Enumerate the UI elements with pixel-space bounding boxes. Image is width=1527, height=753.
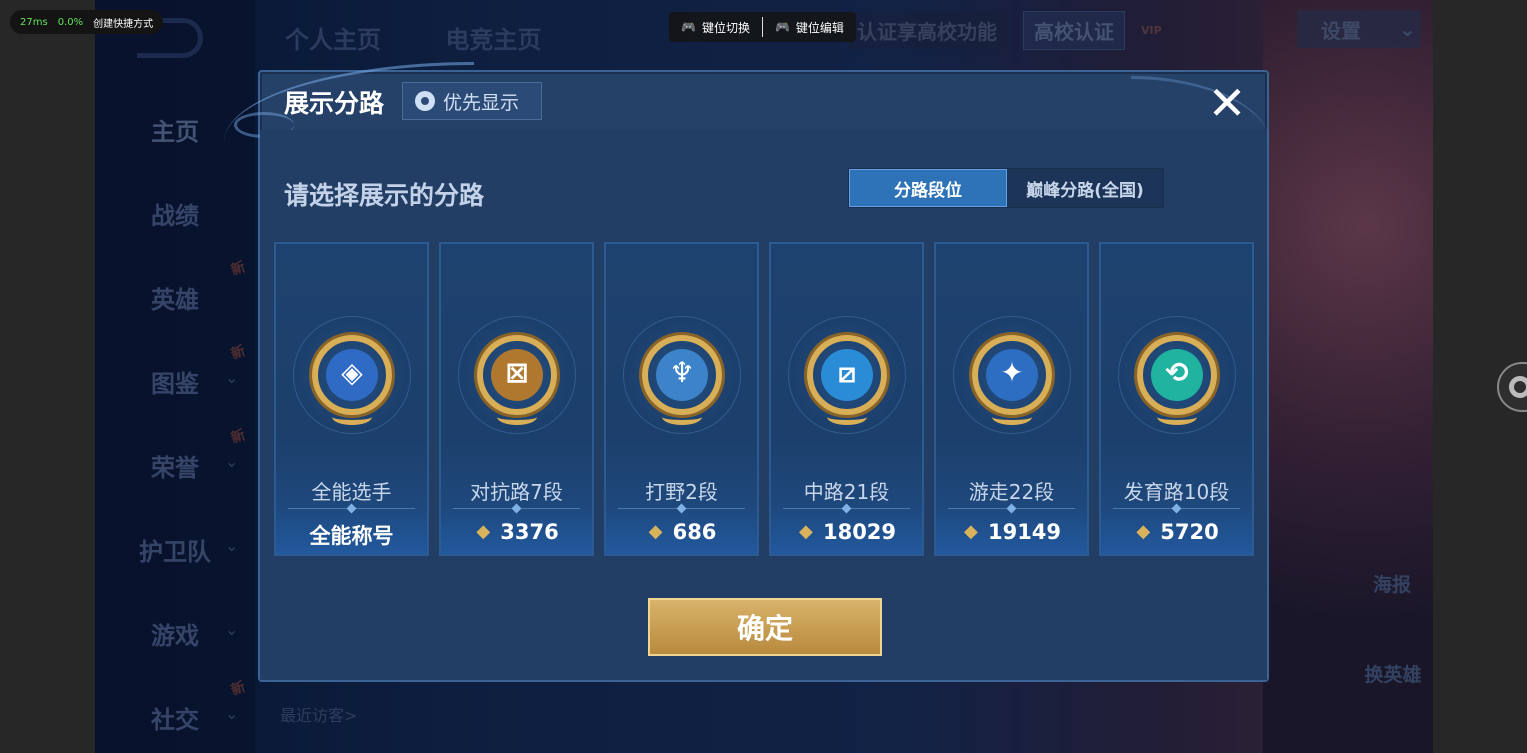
lane-card[interactable]: ⊠ 对抗路7段 ◆ 3376: [439, 242, 594, 556]
divider: [453, 508, 580, 509]
badge-glyph: ♆: [669, 356, 695, 389]
badge-wing: [662, 409, 702, 425]
badge-wing: [497, 409, 537, 425]
rank-points-icon: ◆: [476, 521, 491, 542]
gear-icon: [415, 91, 435, 111]
segment-peak-lane[interactable]: 巅峰分路(全国): [1007, 169, 1163, 207]
rank-badge-icon: ⟲: [1137, 335, 1217, 425]
lane-mode-toggle: 分路段位 巅峰分路(全国): [848, 168, 1164, 208]
lane-score-value: 5720: [1160, 520, 1219, 544]
priority-display-label: 优先显示: [443, 91, 520, 114]
lane-display-dialog: 展示分路 优先显示 ✕ 请选择展示的分路 分路段位 巅峰分路(全国) ◈ 全能选手…: [224, 62, 1271, 682]
confirm-button[interactable]: 确定: [648, 598, 882, 656]
rank-points-icon: ◆: [648, 521, 663, 542]
lane-card[interactable]: ⟲ 发育路10段 ◆ 5720: [1099, 242, 1254, 556]
close-icon[interactable]: ✕: [1204, 80, 1250, 126]
rank-badge-icon: ◈: [312, 335, 392, 425]
lane-score: 全能称号: [276, 520, 427, 550]
lane-card[interactable]: ⧄ 中路21段 ◆ 18029: [769, 242, 924, 556]
lane-cards: ◈ 全能选手全能称号 ⊠ 对抗路7段 ◆ 3376 ♆ 打野2段 ◆ 686 ⧄ 中路21段 ◆ 1802…: [274, 242, 1258, 556]
lane-score: ◆ 5720: [1101, 520, 1252, 544]
lane-score-value: 19149: [987, 520, 1062, 544]
lane-score-value: 686: [672, 520, 717, 544]
badge-wing: [827, 409, 867, 425]
floating-assist-button[interactable]: [1497, 362, 1527, 412]
lane-score: ◆ 19149: [936, 520, 1087, 544]
dialog-body: 请选择展示的分路 分路段位 巅峰分路(全国) ◈ 全能选手全能称号 ⊠ 对抗路7段 ◆ 3…: [260, 130, 1267, 680]
lane-name: 中路21段: [803, 480, 890, 504]
badge-wing: [1157, 409, 1197, 425]
lane-card[interactable]: ♆ 打野2段 ◆ 686: [604, 242, 759, 556]
rank-points-icon: ◆: [964, 521, 978, 542]
divider: [618, 508, 745, 509]
cpu-readout: 0.0%: [57, 16, 84, 28]
emulator-key-bar: 🎮 键位切换 🎮 键位编辑: [669, 12, 856, 42]
lane-score-value: 18029: [822, 520, 897, 544]
lane-name: 发育路10段: [1123, 480, 1230, 504]
dialog-title: 展示分路: [284, 89, 385, 118]
rank-points-icon: ◆: [1136, 521, 1151, 542]
gamepad-icon: 🎮: [774, 20, 790, 34]
badge-wing: [992, 409, 1032, 425]
latency-readout: 27ms: [20, 16, 48, 28]
lane-score: ◆ 686: [606, 520, 757, 544]
divider: [288, 508, 415, 509]
emulator-perf-bar: 27ms 0.0% 创建快捷方式: [10, 10, 164, 34]
badge-glyph: ◈: [341, 356, 363, 389]
divider: [783, 508, 910, 509]
badge-glyph: ⟲: [1165, 356, 1189, 389]
lane-score-value: 3376: [500, 520, 559, 544]
select-lane-prompt: 请选择展示的分路: [284, 181, 485, 210]
key-edit-button[interactable]: 🎮 键位编辑: [763, 19, 856, 36]
lane-name: 打野2段: [645, 480, 718, 504]
shortcut-link[interactable]: 创建快捷方式: [93, 15, 153, 30]
badge-wing: [332, 409, 372, 425]
gamepad-icon: 🎮: [681, 20, 696, 34]
key-switch-button[interactable]: 🎮 键位切换: [669, 19, 762, 36]
lane-name: 全能选手: [311, 480, 392, 504]
rank-badge-icon: ⊠: [477, 335, 557, 425]
lane-score-value: 全能称号: [309, 524, 394, 548]
dialog-header: 展示分路 优先显示 ✕: [224, 62, 1271, 138]
lane-card[interactable]: ✦ 游走22段 ◆ 19149: [934, 242, 1089, 556]
badge-glyph: ⧄: [838, 356, 856, 389]
rank-badge-icon: ✦: [972, 335, 1052, 425]
priority-display-button[interactable]: 优先显示: [402, 82, 542, 120]
badge-glyph: ⊠: [505, 356, 529, 389]
lane-name: 对抗路7段: [470, 480, 563, 504]
gear-icon: [1509, 376, 1527, 398]
divider: [948, 508, 1075, 509]
rank-badge-icon: ⧄: [807, 335, 887, 425]
lane-card[interactable]: ◈ 全能选手全能称号: [274, 242, 429, 556]
lane-score: ◆ 18029: [771, 520, 922, 544]
rank-badge-icon: ♆: [642, 335, 722, 425]
lane-score: ◆ 3376: [441, 520, 592, 544]
segment-lane-rank[interactable]: 分路段位: [849, 169, 1007, 207]
badge-glyph: ✦: [1000, 356, 1024, 389]
key-switch-label: 键位切换: [701, 20, 750, 35]
rank-points-icon: ◆: [799, 521, 813, 542]
divider: [1113, 508, 1240, 509]
key-edit-label: 键位编辑: [795, 20, 844, 35]
lane-name: 游走22段: [968, 480, 1055, 504]
